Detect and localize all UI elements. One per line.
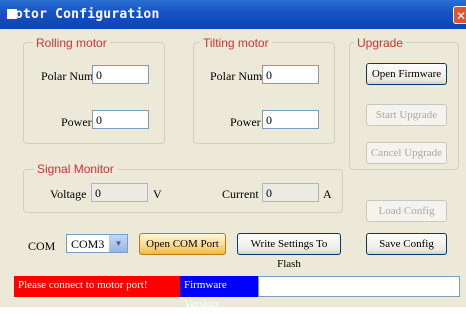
com-label: COM [28, 239, 56, 253]
voltage-label: Voltage [50, 187, 87, 201]
tilting-polar-input[interactable]: 0 [262, 65, 319, 84]
status-message: Please connect to motor port! [14, 276, 180, 297]
rolling-polar-label: Polar Num [41, 69, 94, 83]
com-port-select[interactable]: COM3 ▼ [66, 234, 128, 253]
voltage-field: 0 [91, 183, 148, 202]
close-button[interactable]: ✕ [453, 6, 466, 24]
tilting-polar-label: Polar Num [210, 69, 263, 83]
voltage-unit: V [153, 187, 162, 201]
load-config-button[interactable]: Load Config [366, 200, 447, 222]
rolling-power-input[interactable]: 0 [92, 110, 149, 129]
upgrade-title: Upgrade [354, 36, 407, 50]
current-unit: A [323, 187, 332, 201]
save-config-button[interactable]: Save Config [366, 233, 447, 255]
rolling-power-label: Power [61, 115, 92, 129]
window-title: otor Configuration [15, 7, 160, 22]
open-firmware-button[interactable]: Open Firmware [366, 63, 447, 85]
rolling-motor-title: Rolling motor [33, 36, 110, 50]
write-settings-button[interactable]: Write Settings To Flash [237, 233, 341, 270]
tilting-power-label: Power [230, 115, 261, 129]
firmware-version-value [258, 276, 460, 297]
open-com-port-button[interactable]: Open COM Port [139, 233, 226, 255]
tilting-motor-title: Tilting motor [200, 36, 272, 50]
firmware-version-label: Firmware Version: [180, 276, 258, 310]
com-port-value: COM3 [71, 237, 105, 251]
current-field: 0 [262, 183, 319, 202]
cancel-upgrade-button[interactable]: Cancel Upgrade [366, 142, 447, 164]
tilting-power-input[interactable]: 0 [262, 110, 319, 129]
title-bar: otor Configuration ✕ [0, 0, 466, 29]
start-upgrade-button[interactable]: Start Upgrade [366, 104, 447, 126]
current-label: Current [222, 187, 259, 201]
signal-monitor-title: Signal Monitor [34, 162, 117, 176]
rolling-polar-input[interactable]: 0 [92, 65, 149, 84]
chevron-down-icon[interactable]: ▼ [109, 235, 127, 252]
client-area: Rolling motor Polar Num 0 Power 0 Tiltin… [0, 29, 466, 310]
